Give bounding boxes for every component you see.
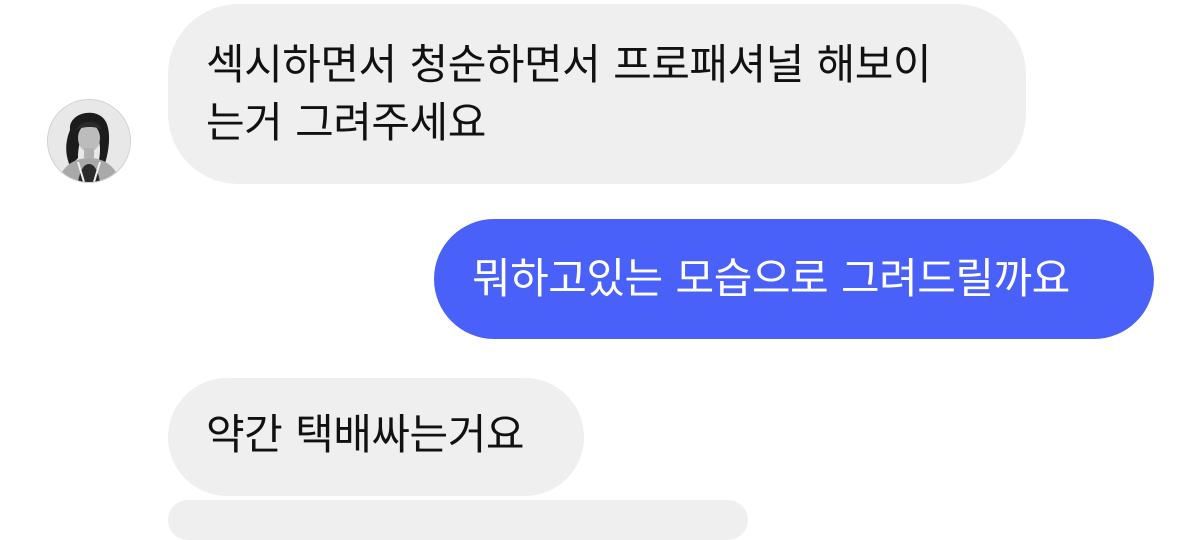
message-text-line: 섹시하면서 청순하면서 프로패셔널 해보이 (206, 40, 932, 89)
message-text: 약간 택배싸는거요 (206, 410, 524, 459)
incoming-message-bubble[interactable]: 약간 택배싸는거요 (168, 378, 584, 496)
incoming-message-bubble[interactable]: 섹시하면서 청순하면서 프로패셔널 해보이 는거 그려주세요 (168, 4, 1026, 184)
outgoing-message-bubble[interactable]: 뭐하고있는 모습으로 그려드릴까요 (434, 219, 1154, 339)
message-text-line: 는거 그려주세요 (206, 98, 486, 147)
profile-photo-icon (48, 100, 130, 182)
message-text: 뭐하고있는 모습으로 그려드릴까요 (472, 254, 1070, 303)
next-message-bubble-edge (168, 500, 748, 540)
avatar[interactable] (48, 100, 130, 182)
